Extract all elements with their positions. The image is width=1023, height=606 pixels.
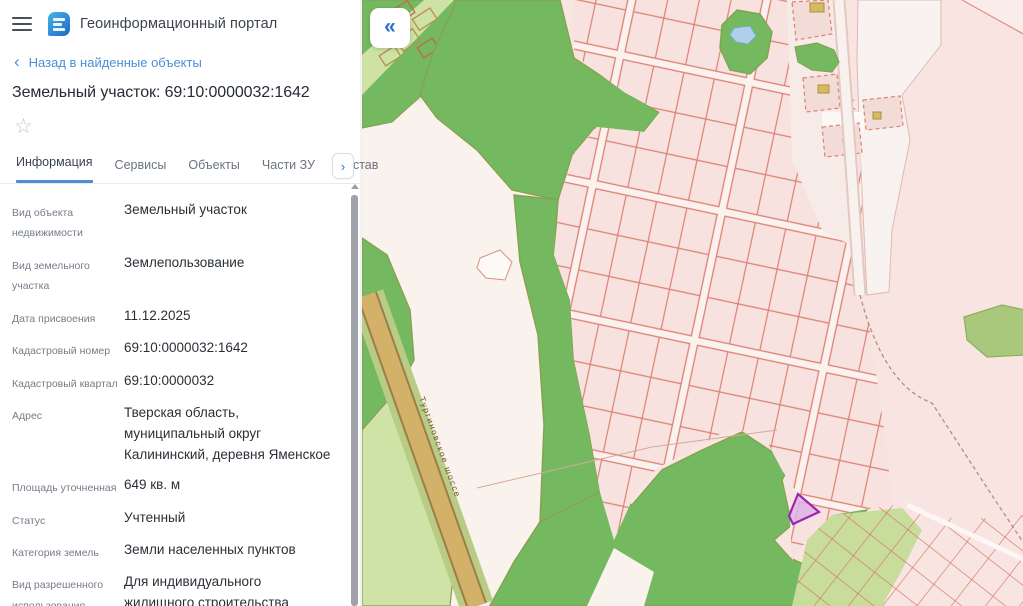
field-row: Кадастровый квартал 69:10:0000032 <box>12 372 215 390</box>
tab-bar: Информация Сервисы Объекты Части ЗУ Сост… <box>0 153 378 183</box>
field-row: Вид разрешенного использования Для индиви… <box>12 574 289 606</box>
tab-parts[interactable]: Части ЗУ <box>262 158 315 183</box>
field-row: Статус Учтенный <box>12 509 186 527</box>
building <box>817 84 830 94</box>
field-row: Площадь уточненная 649 кв. м <box>12 477 181 495</box>
field-row: Категория земель Земли населенных пунктов <box>12 541 296 559</box>
field-row: Дата присвоения 11.12.2025 <box>12 307 191 325</box>
collapse-panel-button[interactable]: « <box>370 8 410 48</box>
tab-objects[interactable]: Объекты <box>188 158 240 183</box>
geo-portal-app: Геоинформационный портал ‹ Назад в найде… <box>0 0 1023 606</box>
geo-portal-logo-icon <box>48 12 70 36</box>
app-title: Геоинформационный портал <box>80 16 278 32</box>
tab-information[interactable]: Информация <box>16 155 93 183</box>
tab-services[interactable]: Сервисы <box>115 158 167 183</box>
scrollbar-up-arrow-icon[interactable] <box>350 184 359 189</box>
building <box>872 111 882 120</box>
field-row: Вид земельного участка Землепользование <box>12 254 245 293</box>
building <box>809 2 825 13</box>
back-link-label: Назад в найденные объекты <box>28 55 202 70</box>
back-chevron-icon: ‹ <box>14 52 20 71</box>
field-row: Кадастровый номер 69:10:0000032:1642 <box>12 340 248 358</box>
map-svg: Тургиновское шоссе <box>362 0 1023 606</box>
panel-header: Геоинформационный портал <box>0 0 360 38</box>
attributes-list: Вид объекта недвижимости Земельный участо… <box>0 184 360 606</box>
field-row: Адрес Тверская область, муниципальный окр… <box>12 405 331 463</box>
object-info-panel: Геоинформационный портал ‹ Назад в найде… <box>0 0 378 606</box>
map-canvas[interactable]: Тургиновское шоссе « <box>360 0 1023 606</box>
field-row: Вид объекта недвижимости Земельный участо… <box>12 202 247 240</box>
scrollbar-thumb[interactable] <box>351 195 358 606</box>
tabs-scroll-right-button[interactable]: › <box>332 153 354 179</box>
back-to-results-link[interactable]: ‹ Назад в найденные объекты <box>0 52 360 71</box>
panel-scrollbar[interactable] <box>350 184 359 606</box>
page-title: Земельный участок: 69:10:0000032:1642 <box>12 84 310 101</box>
menu-icon[interactable] <box>12 17 32 31</box>
favorite-star-icon[interactable]: ☆ <box>14 114 38 139</box>
